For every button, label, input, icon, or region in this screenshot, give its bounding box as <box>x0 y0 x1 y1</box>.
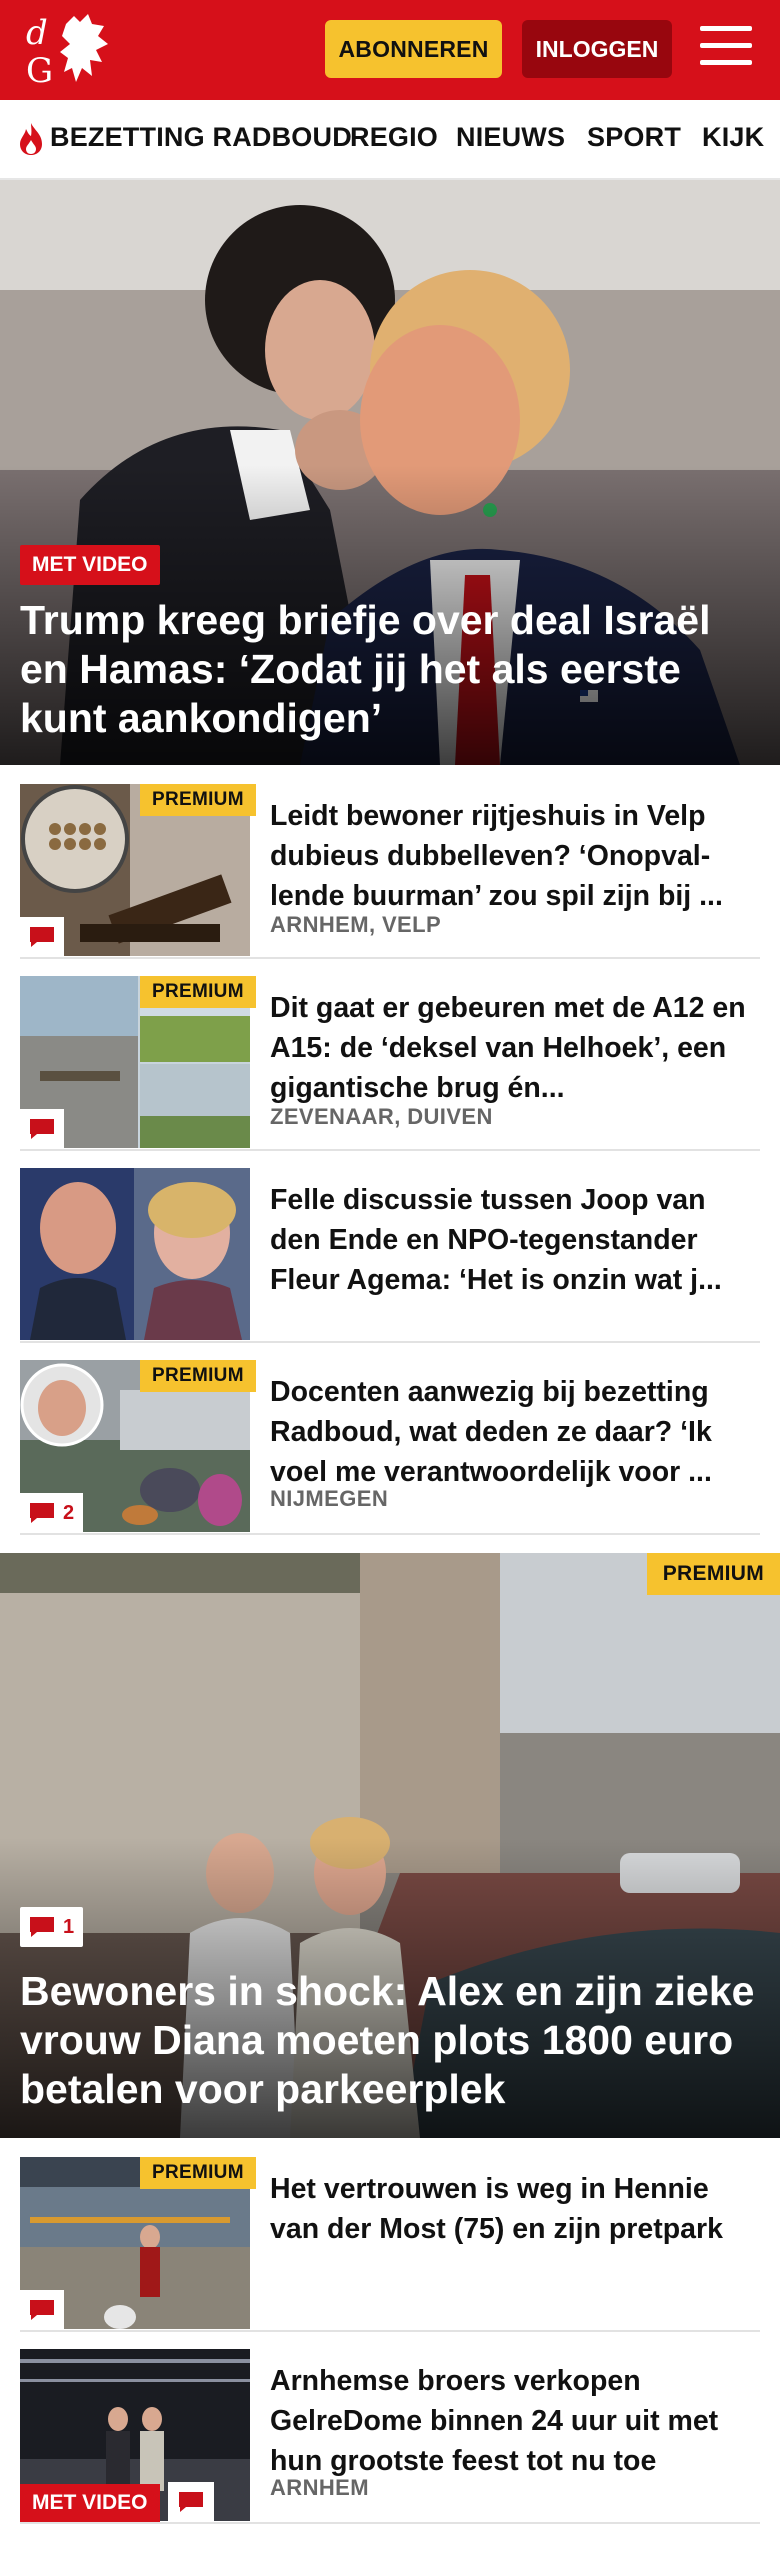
hero-article[interactable]: MET VIDEO Trump kreeg briefje over deal … <box>0 180 780 765</box>
comment-icon <box>30 1503 54 1523</box>
nav-item-kijk[interactable]: KIJK <box>702 122 764 153</box>
section-nav: BEZETTING RADBOUD REGIO NIEUWS SPORT KIJ… <box>0 100 780 180</box>
comment-badge[interactable]: 1 <box>20 1907 84 1947</box>
list-item[interactable]: Felle discussie tussen Joop van den Ende… <box>20 1168 760 1343</box>
article-title[interactable]: Dit gaat er gebeuren met de A12 en A15: … <box>270 988 750 1108</box>
flame-icon <box>20 123 42 155</box>
article-location: ARNHEM <box>270 2475 369 2500</box>
nav-item-regio[interactable]: REGIO <box>350 122 438 153</box>
list-item[interactable]: PREMIUM Dit gaat er gebeuren met de A12 … <box>20 976 760 1151</box>
nav-item-nieuws[interactable]: NIEUWS <box>456 122 565 153</box>
article-location: NIJMEGEN <box>270 1486 389 1511</box>
top-bar: d G ABONNEREN INLOGGEN <box>0 0 780 100</box>
premium-badge: PREMIUM <box>140 2157 256 2189</box>
premium-badge: PREMIUM <box>646 1553 780 1595</box>
feature-title[interactable]: Bewoners in shock: Alex en zijn zieke vr… <box>20 1967 760 2114</box>
article-title[interactable]: Het vertrouwen is weg in Hennie van der … <box>270 2169 750 2249</box>
article-title[interactable]: Leidt bewoner rijtjeshuis in Velp dubieu… <box>270 796 750 916</box>
premium-badge: PREMIUM <box>140 784 256 816</box>
video-badge: MET VIDEO <box>20 545 160 585</box>
comment-badge[interactable]: 2 <box>20 1493 84 1533</box>
comment-badge[interactable] <box>20 917 64 957</box>
comment-badge[interactable] <box>20 1109 64 1149</box>
comment-badge[interactable] <box>168 2482 214 2522</box>
premium-badge: PREMIUM <box>140 1360 256 1392</box>
list-item[interactable]: MET VIDEO Arnhemse broers verkopen Gelre… <box>20 2349 760 2524</box>
comment-icon <box>30 2300 54 2320</box>
video-badge: MET VIDEO <box>20 2484 160 2522</box>
feature-article[interactable]: PREMIUM 1 Bewoners in shock: Alex en zij… <box>0 1553 780 2138</box>
subscribe-button[interactable]: ABONNEREN <box>325 20 502 78</box>
comment-icon <box>179 2492 203 2512</box>
hamburger-menu-icon[interactable] <box>700 26 752 70</box>
article-location: ZEVENAAR, DUIVEN <box>270 1104 493 1129</box>
article-thumbnail <box>20 1168 250 1340</box>
list-item[interactable]: PREMIUM Leidt bewoner rijtjeshuis in Vel… <box>20 784 760 959</box>
comment-icon <box>30 1119 54 1139</box>
list-item[interactable]: PREMIUM 2 Docenten aanwezig bij bezettin… <box>20 1360 760 1535</box>
hero-title[interactable]: Trump kreeg briefje over deal Israël en … <box>20 596 760 743</box>
nav-item-bezetting-radboud[interactable]: BEZETTING RADBOUD <box>50 122 352 153</box>
premium-badge: PREMIUM <box>140 976 256 1008</box>
login-button[interactable]: INLOGGEN <box>522 20 672 78</box>
comment-count: 1 <box>63 1915 75 1938</box>
article-title[interactable]: Arnhemse broers verkopen GelreDome binne… <box>270 2361 750 2481</box>
article-title[interactable]: Felle discussie tussen Joop van den Ende… <box>270 1180 750 1300</box>
comment-badge[interactable] <box>20 2290 64 2330</box>
article-title[interactable]: Docenten aanwezig bij bezetting Radboud,… <box>270 1372 750 1492</box>
svg-text:d: d <box>26 13 48 53</box>
nav-item-sport[interactable]: SPORT <box>587 122 681 153</box>
svg-text:G: G <box>26 51 53 90</box>
article-location: ARNHEM, VELP <box>270 912 442 937</box>
comment-icon <box>30 927 54 947</box>
comment-count: 2 <box>63 1501 75 1524</box>
comment-icon <box>30 1917 54 1937</box>
dg-logo-icon[interactable]: d G <box>22 10 118 90</box>
list-item[interactable]: PREMIUM Het vertrouwen is weg in Hennie … <box>20 2157 760 2332</box>
